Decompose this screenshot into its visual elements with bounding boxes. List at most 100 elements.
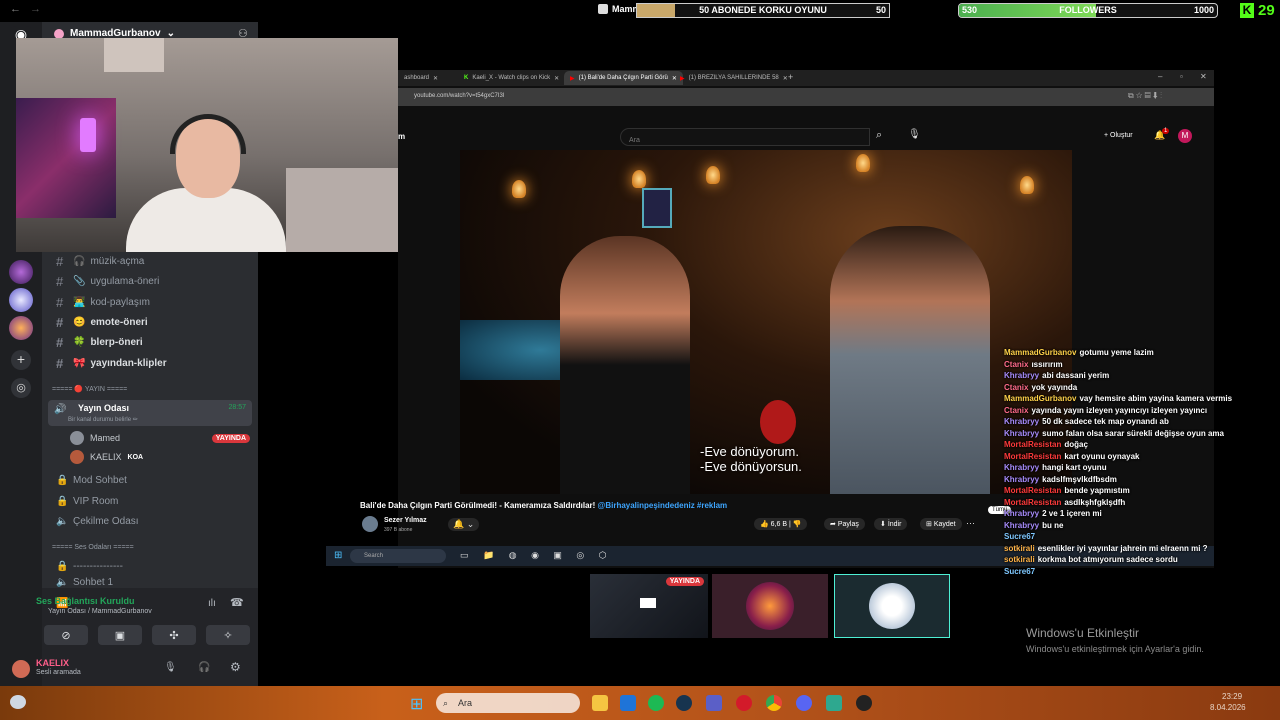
voice-member-mamed[interactable]: Mamed YAYINDA [70,431,250,445]
channel-yayindan-klipler[interactable]: # 🎀 yayından-klipler [56,354,167,372]
close-icon[interactable]: ✕ [554,75,559,82]
chat-nick[interactable]: Ctanix [1004,383,1028,392]
channel-avatar[interactable] [362,516,378,532]
soundboard-button[interactable]: ✧ [206,625,250,645]
scene-thumb-1[interactable]: YAYINDA [590,574,708,638]
close-icon[interactable]: ✕ [433,75,438,82]
clock-time[interactable]: 23:29 [1222,692,1242,701]
chat-nick[interactable]: Khrabryy [1004,521,1039,530]
chat-nick[interactable]: Sucre67 [1004,567,1035,576]
minimize-icon[interactable]: – [1158,72,1162,81]
server-icon-1[interactable] [9,260,33,284]
channel-sohbet-1[interactable]: 🔈 Sohbet 1 [56,577,113,587]
obs-icon[interactable] [826,695,842,711]
extensions-icon[interactable]: ⧉ ☆ ▤ ⬇ ⋮ [1128,91,1162,101]
activities-button[interactable]: ✣ [152,625,196,645]
weather-widget[interactable] [10,695,26,709]
user-avatar[interactable] [12,660,30,678]
chat-nick[interactable]: Khrabryy [1004,371,1039,380]
channel-muzik-acma[interactable]: # 🎧 müzik-açma [56,252,144,270]
url-field[interactable]: youtube.com/watch?v=t54gxC7I3I [414,93,505,99]
chat-nick[interactable]: sotkirali [1004,555,1035,564]
scene-thumb-3[interactable] [834,574,950,638]
back-arrow-icon[interactable]: ← [10,3,21,15]
chat-nick[interactable]: MammadGurbanov [1004,394,1076,403]
voice-status[interactable]: Bir kanal durumu belirle ✏ [68,416,138,423]
channel-cekilme-odasi[interactable]: 🔈 Çekilme Odası [56,512,139,530]
channel-name[interactable]: Sezer Yılmaz [384,517,427,524]
channel-vip-room[interactable]: 🔒 VIP Room [56,492,118,510]
create-button[interactable]: + Oluştur [1104,132,1133,139]
explore-icon[interactable]: ◎ [11,378,31,398]
share-button[interactable]: ➦ Paylaş [824,518,865,530]
chat-nick[interactable]: Khrabryy [1004,509,1039,518]
chat-nick[interactable]: sotkirali [1004,544,1035,553]
spotify-icon[interactable] [648,695,664,711]
chat-nick[interactable]: MortalResistan [1004,440,1061,449]
account-avatar[interactable]: M [1178,129,1192,143]
more-options-icon[interactable]: ⋯ [966,518,975,529]
headphones-icon[interactable]: 🎧 [198,662,210,673]
forward-arrow-icon[interactable]: → [30,3,41,15]
chat-nick[interactable]: MortalResistan [1004,498,1061,507]
chat-nick[interactable]: Ctanix [1004,360,1028,369]
maximize-icon[interactable]: ▫ [1180,72,1183,81]
settings-gear-icon[interactable]: ⚙ [230,660,241,674]
new-tab-icon[interactable]: + [788,72,793,82]
camera-off-button[interactable]: ⊘ [44,625,88,645]
channel-blerp-oneri[interactable]: # 🍀 blerp-öneri [56,333,143,351]
save-button[interactable]: ⊞ Kaydet [920,518,962,530]
chat-nick[interactable]: Khrabryy [1004,475,1039,484]
teams-icon[interactable] [706,695,722,711]
mic-icon[interactable]: 🎙 [908,129,921,140]
windows-start-icon[interactable]: ⊞ [334,550,342,561]
start-button-icon[interactable]: ⊞ [410,694,423,714]
like-button[interactable]: 👍 6,6 B | 👎 [754,518,808,530]
window-close-icon[interactable]: ✕ [1200,72,1207,81]
channel-emote-oneri[interactable]: # 😊 emote-öneri [56,313,148,331]
server-icon-3[interactable] [9,316,33,340]
server-icon-2[interactable] [9,288,33,312]
channel-mod-sohbet[interactable]: 🔒 Mod Sohbet [56,471,127,489]
download-button[interactable]: ⬇ İndir [874,518,908,530]
subscribe-bell-button[interactable]: 🔔 ⌄ [448,518,480,531]
channel-divider[interactable]: 🔒 --------------- [56,557,123,575]
chat-nick[interactable]: Khrabryy [1004,429,1039,438]
tab-dashboard[interactable]: ashboard ✕ [398,71,444,85]
soundwave-icon[interactable]: ılı [208,598,216,609]
voice-member-kaelix[interactable]: KAELIX KOA [70,450,143,464]
scene-thumb-2[interactable] [712,574,828,638]
taskbar-apps-icons[interactable]: ▭ 📁 ◍ ◉ ▣ ◎ ⬡ [460,550,613,561]
chat-nick[interactable]: MortalResistan [1004,452,1061,461]
disconnect-icon[interactable]: ☎ [230,596,244,609]
steam-icon[interactable] [676,695,692,711]
video-hashtags[interactable]: @Birhayalinpeşindedeniz #reklam [598,501,728,510]
search-icon[interactable]: ⌕ [876,129,882,142]
discord-icon[interactable] [796,695,812,711]
tab-kick[interactable]: K Kaeli_X - Watch clips on Kick ✕ [458,71,565,85]
chat-nick[interactable]: MortalResistan [1004,486,1061,495]
chat-nick[interactable]: Sucre67 [1004,532,1035,541]
connection-subtitle[interactable]: Yayın Odası / MammadGurbanov [48,608,152,615]
add-server-icon[interactable]: + [11,350,31,370]
clock-date[interactable]: 8.04.2026 [1210,703,1246,712]
chat-nick[interactable]: Ctanix [1004,406,1028,415]
youtube-search-input[interactable]: Ara [620,128,870,146]
inner-search-box[interactable]: Search [350,549,446,563]
outlook-icon[interactable] [620,695,636,711]
voice-channel-active[interactable]: 🔊 Yayın Odası 28:57 Bir kanal durumu bel… [48,400,252,426]
microphone-icon[interactable]: 🎙 [164,662,177,673]
tab-youtube-active[interactable]: ▶ (1) Bali'de Daha Çılgın Parti Görü ✕ [564,71,683,85]
github-icon[interactable] [856,695,872,711]
channel-kod-paylasim[interactable]: # 👨‍💻 kod-paylaşım [56,293,150,311]
file-explorer-icon[interactable] [592,695,608,711]
video-player[interactable]: -Eve dönüyorum. -Eve dönüyorsun. [460,150,1072,494]
category-yayin[interactable]: ===== 🔴 YAYIN ===== [52,385,127,393]
taskbar-search-input[interactable]: ⌕ Ara [436,693,580,713]
opera-icon[interactable] [736,695,752,711]
chat-nick[interactable]: MammadGurbanov [1004,348,1076,357]
tab-youtube-2[interactable]: ▶ (1) BREZILYA SAHILLERINDE 58 ✕ [674,71,794,85]
screen-share-button[interactable]: ▣ [98,625,142,645]
chat-nick[interactable]: Khrabryy [1004,417,1039,426]
category-ses-odalari[interactable]: ===== Ses Odaları ===== [52,544,134,551]
